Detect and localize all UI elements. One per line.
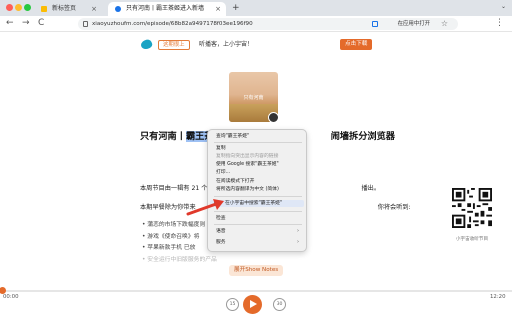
list-item: • 蒲恋的市场下跌幅度则 <box>142 222 206 228</box>
list-item: • 游戏《使命召唤》将 <box>142 233 200 240</box>
qr-caption: 小宇宙收听节目 <box>455 237 489 242</box>
browser-menu-button[interactable]: ⋮ <box>495 17 504 30</box>
progress-bar[interactable] <box>0 290 512 292</box>
menu-item-translate[interactable]: 将所选内容翻译为中文 (简体) <box>216 186 279 193</box>
forward-30-button[interactable]: 30 <box>273 298 286 311</box>
new-tab-button[interactable]: + <box>232 2 240 14</box>
total-time: 12:20 <box>490 294 506 300</box>
menu-separator <box>214 142 302 143</box>
title-prefix: 只有河南丨 <box>140 131 186 142</box>
current-time: 00:00 <box>3 294 19 300</box>
annotation-arrow <box>186 199 224 216</box>
banner-tag: 这期很上 <box>158 40 190 50</box>
menu-item-speech[interactable]: 语音 <box>216 228 226 235</box>
chevron-right-icon: › <box>297 228 299 234</box>
reload-button[interactable]: C <box>38 17 44 30</box>
chevron-down-icon[interactable]: ⌄ <box>501 3 506 10</box>
title-suffix: 闹墙拆分浏览器 <box>330 131 395 142</box>
play-button[interactable] <box>243 295 262 314</box>
download-banner: 这期很上 听播客，上小宇宙！ 点击下载 <box>0 34 512 56</box>
topic-list: • 蒲恋的市场下跌幅度则 • 游戏《使命召唤》将 • 苹果新款手机 已放 • 安… <box>142 220 217 266</box>
close-icon[interactable]: × <box>215 2 221 16</box>
banner-text: 听播客，上小宇宙！ <box>199 41 254 48</box>
lock-icon <box>83 21 88 27</box>
menu-item-services[interactable]: 服务 <box>216 239 226 246</box>
back-button[interactable]: ← <box>6 17 14 30</box>
list-item: • 苹果新款手机 已放 <box>142 245 196 251</box>
menu-item-copy-link[interactable]: 复制指向突出显示内容的链接 <box>216 153 278 160</box>
browser-toolbar: ← → C xiaoyuzhoufm.com/episode/68b82a949… <box>0 16 512 32</box>
url-text[interactable]: xiaoyuzhoufm.com/episode/68b82a9497178f0… <box>92 18 253 30</box>
paragraph-start: 本周节目由一辑有 21 个 <box>140 185 208 192</box>
show-notes-button[interactable]: 展开Show Notes <box>229 265 284 276</box>
close-window-button[interactable] <box>6 4 13 11</box>
menu-item-copy[interactable]: 复制 <box>216 145 226 152</box>
context-menu: 查询"霸王茶姬" 复制 复制指向突出显示内容的链接 使用 Google 搜索"霸… <box>207 129 307 252</box>
menu-separator <box>214 224 302 225</box>
progress-handle[interactable] <box>0 287 6 294</box>
xiaoyuzhou-logo <box>139 38 154 51</box>
xiaoyuzhou-icon <box>115 6 121 12</box>
forward-button[interactable]: → <box>22 17 30 30</box>
tab-label: 新标签页 <box>52 5 77 12</box>
menu-item-reader-mode[interactable]: 在阅读模式下打开 <box>216 178 254 185</box>
tab-new-tab[interactable]: 新标签页 × <box>34 2 102 16</box>
address-bar[interactable]: xiaoyuzhoufm.com/episode/68b82a9497178f0… <box>78 18 458 30</box>
menu-separator <box>214 196 302 197</box>
menu-item-print[interactable]: 打印... <box>216 169 230 176</box>
minimize-window-button[interactable] <box>15 4 22 11</box>
chevron-right-icon: › <box>297 239 299 245</box>
tab-episode[interactable]: 只有河南丨霸王茶姬进入新墙 × <box>108 2 226 16</box>
qr-code <box>452 188 492 228</box>
open-in-app-button[interactable]: 在应用中打开 <box>398 18 430 30</box>
tab-bar: 新标签页 × 只有河南丨霸王茶姬进入新墙 × + ⌄ <box>0 0 512 16</box>
download-button[interactable]: 点击下载 <box>340 39 373 50</box>
chrome-icon <box>41 6 47 12</box>
menu-separator <box>214 211 302 212</box>
menu-item-label: 在小宇宙中搜索"霸王茶姬" <box>225 201 283 206</box>
close-icon[interactable]: × <box>91 2 97 16</box>
list-item: • 安全运行中旧版服务的产品 <box>142 256 217 263</box>
rewind-15-button[interactable]: 15 <box>226 298 239 311</box>
menu-item-google-search[interactable]: 使用 Google 搜索"霸王茶姬" <box>216 161 279 168</box>
cover-text: 只有河南 <box>243 95 264 101</box>
paragraph-end: 播出。 <box>361 185 381 192</box>
menu-item-look-up[interactable]: 查询"霸王茶姬" <box>216 133 249 140</box>
paragraph-end: 你将会听到: <box>377 204 411 211</box>
podcast-avatar <box>268 112 279 123</box>
bookmark-star-icon[interactable]: ☆ <box>441 18 448 30</box>
zoom-window-button[interactable] <box>24 4 31 11</box>
menu-item-inspect[interactable]: 检查 <box>216 215 226 222</box>
open-in-app-icon <box>372 21 378 27</box>
tab-label: 只有河南丨霸王茶姬进入新墙 <box>126 5 205 12</box>
